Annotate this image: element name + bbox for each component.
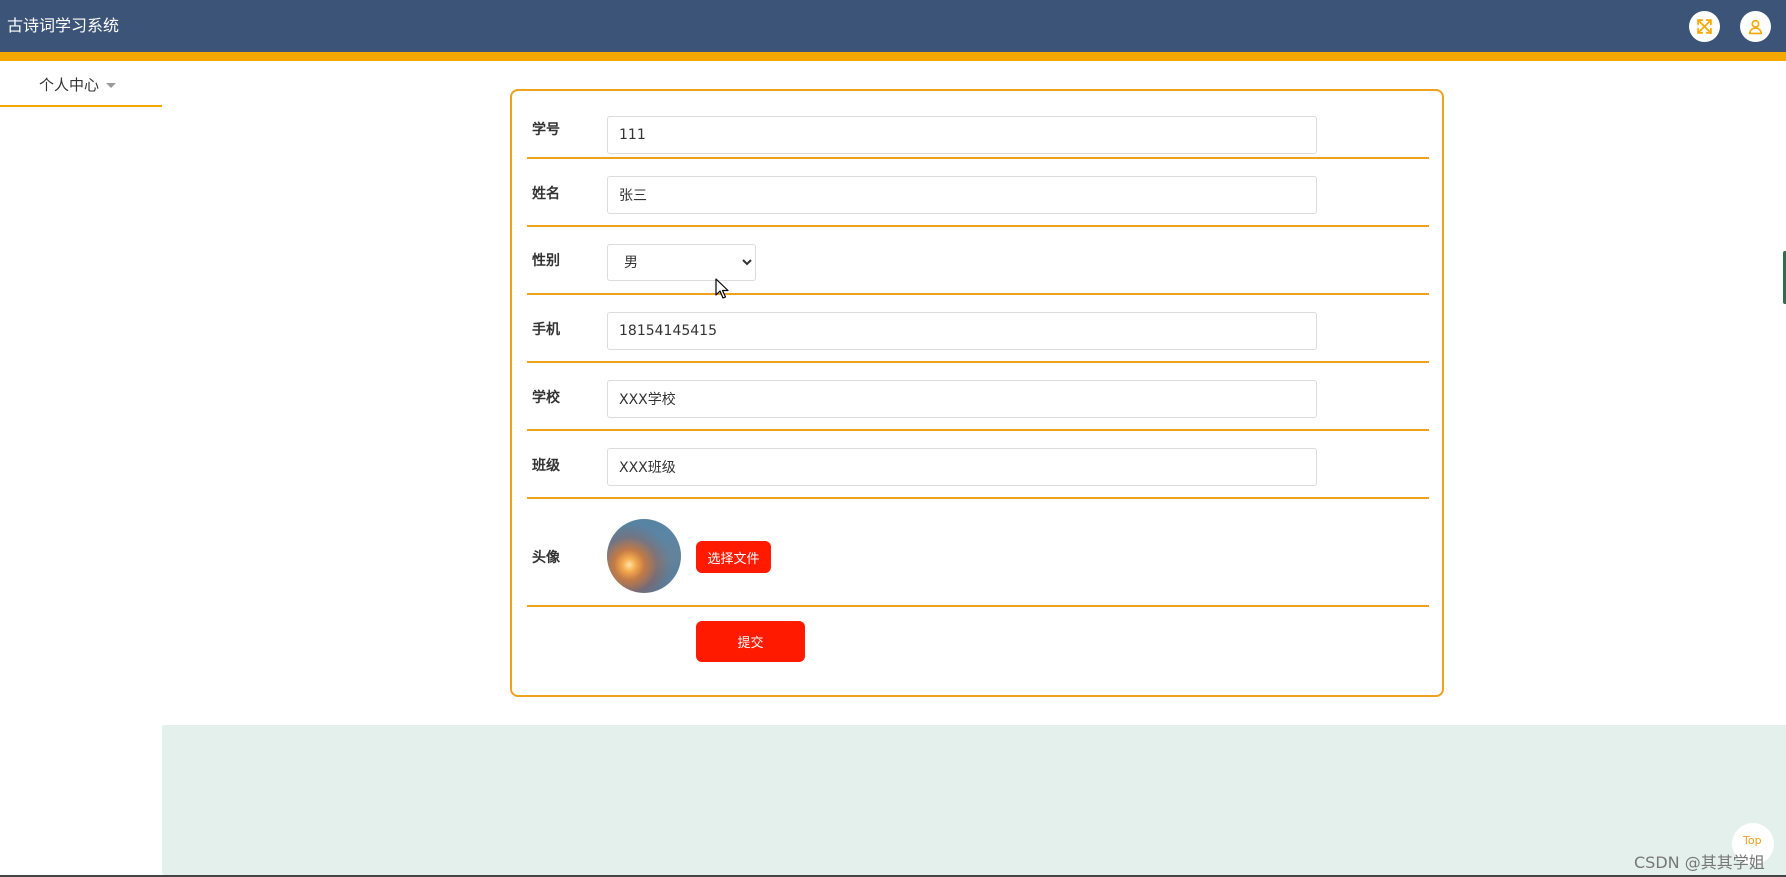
form-row-class: 班级 [527, 433, 1429, 499]
profile-form-card: 学号 姓名 性别 男 手机 学校 班级 头像 选择文件 提交 [510, 89, 1444, 697]
caret-down-icon [106, 83, 116, 88]
header-accent-bar [0, 52, 1786, 61]
field-label: 学校 [532, 390, 560, 406]
field-label: 班级 [532, 458, 560, 474]
form-row-name: 姓名 [527, 161, 1429, 227]
watermark-text: CSDN @其其学姐 [1634, 853, 1765, 872]
phone-input[interactable] [607, 312, 1317, 350]
form-row-student-id: 学号 [527, 103, 1429, 159]
avatar-image [607, 519, 681, 593]
form-row-school: 学校 [527, 365, 1429, 431]
fullscreen-button[interactable] [1689, 11, 1720, 42]
app-title: 古诗词学习系统 [7, 16, 120, 35]
user-icon [1748, 19, 1763, 35]
gender-select[interactable]: 男 [607, 244, 756, 281]
sidebar-item-label: 个人中心 [39, 76, 100, 94]
submit-button[interactable]: 提交 [696, 621, 805, 662]
top-header: 古诗词学习系统 [0, 0, 1786, 52]
field-label: 学号 [532, 122, 560, 138]
user-button[interactable] [1740, 11, 1771, 42]
mouse-cursor-icon [715, 278, 729, 299]
class-input[interactable] [607, 448, 1317, 486]
choose-file-button[interactable]: 选择文件 [696, 541, 771, 573]
field-label: 手机 [532, 322, 560, 338]
student-id-input[interactable] [607, 116, 1317, 154]
form-row-gender: 性别 男 [527, 229, 1429, 295]
field-label: 性别 [532, 253, 560, 269]
back-to-top-label: Top [1743, 834, 1762, 847]
form-row-phone: 手机 [527, 297, 1429, 363]
footer-band [162, 725, 1786, 877]
sidebar-item-personal-center[interactable]: 个人中心 [0, 61, 162, 107]
expand-icon [1697, 19, 1712, 34]
field-label: 姓名 [532, 186, 560, 202]
form-row-avatar: 头像 选择文件 [527, 501, 1429, 607]
name-input[interactable] [607, 176, 1317, 214]
field-label: 头像 [532, 550, 560, 566]
school-input[interactable] [607, 380, 1317, 418]
